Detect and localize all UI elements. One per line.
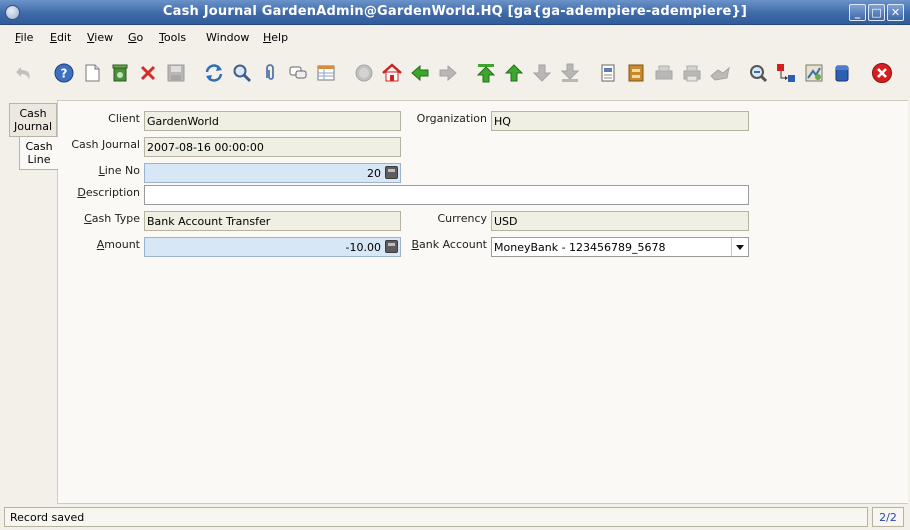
delete-selection-icon[interactable] (137, 62, 159, 84)
print-preview-icon[interactable] (653, 62, 675, 84)
find-icon[interactable] (231, 62, 253, 84)
line-no-field[interactable]: 20 (144, 163, 401, 183)
cash-type-label: Cash Type (84, 212, 140, 225)
window-title: Cash Journal GardenAdmin@GardenWorld.HQ … (162, 4, 748, 19)
record-count[interactable]: 2/2 (872, 507, 904, 527)
refresh-icon[interactable] (203, 62, 225, 84)
workflow-icon[interactable] (803, 62, 825, 84)
calculator-icon[interactable] (385, 166, 398, 179)
menu-edit[interactable]: Edit (50, 31, 71, 44)
home-icon[interactable] (381, 62, 403, 84)
chevron-down-icon[interactable] (731, 238, 748, 256)
cash-journal-field[interactable]: 2007-08-16 00:00:00 (144, 137, 401, 157)
client-field[interactable]: GardenWorld (144, 111, 401, 131)
cash-type-field[interactable]: Bank Account Transfer (144, 211, 401, 231)
title-bar: Cash Journal GardenAdmin@GardenWorld.HQ … (0, 0, 910, 25)
menu-go[interactable]: Go (128, 31, 143, 44)
request-icon[interactable] (775, 62, 797, 84)
chat-icon[interactable] (287, 62, 309, 84)
amount-field[interactable]: -10.00 (144, 237, 401, 257)
currency-field[interactable]: USD (491, 211, 749, 231)
next-tab-icon[interactable] (437, 62, 459, 84)
tab-label-line1: Cash (25, 140, 53, 153)
menu-help[interactable]: Help (263, 31, 288, 44)
bank-account-value: MoneyBank - 123456789_5678 (494, 241, 666, 254)
tab-cash-journal[interactable]: Cash Journal (9, 103, 57, 137)
cash-journal-label: Cash Journal (71, 138, 140, 151)
active-workflows-icon[interactable] (831, 62, 853, 84)
first-record-icon[interactable] (475, 62, 497, 84)
tab-label-line1: Cash (19, 107, 47, 120)
tab-label-line2: Line (27, 153, 51, 166)
history-icon[interactable] (353, 62, 375, 84)
menu-bar: File Edit View Go Tools Window Help (0, 26, 910, 48)
organization-label: Organization (416, 112, 487, 125)
status-message: Record saved (4, 507, 868, 527)
print-icon[interactable] (681, 62, 703, 84)
menu-tools[interactable]: Tools (159, 31, 186, 44)
description-label: Description (77, 186, 140, 199)
menu-view[interactable]: View (87, 31, 113, 44)
bank-account-select[interactable]: MoneyBank - 123456789_5678 (491, 237, 749, 257)
amount-label: Amount (96, 238, 140, 251)
product-info-icon[interactable] (709, 62, 731, 84)
delete-icon[interactable] (109, 62, 131, 84)
description-input[interactable] (144, 185, 749, 205)
minimize-button[interactable]: _ (849, 4, 866, 21)
status-bar: Record saved 2/2 (0, 505, 910, 530)
archive-icon[interactable] (625, 62, 647, 84)
amount-value: -10.00 (345, 241, 381, 254)
toolbar: ? (0, 50, 910, 96)
menu-window[interactable]: Window (206, 31, 249, 44)
previous-record-icon[interactable] (503, 62, 525, 84)
cash-line-form (57, 100, 908, 504)
report-icon[interactable] (597, 62, 619, 84)
save-icon[interactable] (165, 62, 187, 84)
attachment-icon[interactable] (259, 62, 281, 84)
menu-file[interactable]: File (15, 31, 33, 44)
client-label: Client (108, 112, 140, 125)
new-record-icon[interactable] (81, 62, 103, 84)
exit-icon[interactable] (871, 62, 893, 84)
undo-icon[interactable] (13, 62, 35, 84)
line-no-value: 20 (367, 167, 381, 180)
organization-field[interactable]: HQ (491, 111, 749, 131)
next-record-icon[interactable] (531, 62, 553, 84)
zoom-across-icon[interactable] (747, 62, 769, 84)
currency-label: Currency (437, 212, 487, 225)
maximize-button[interactable]: □ (868, 4, 885, 21)
tab-cash-line[interactable]: Cash Line (19, 136, 58, 170)
help-icon[interactable]: ? (53, 62, 75, 84)
last-record-icon[interactable] (559, 62, 581, 84)
bank-account-label: Bank Account (411, 238, 487, 251)
calculator-icon[interactable] (385, 240, 398, 253)
grid-toggle-icon[interactable] (315, 62, 337, 84)
line-no-label: Line No (98, 164, 140, 177)
tab-label-line2: Journal (13, 120, 53, 133)
previous-tab-icon[interactable] (409, 62, 431, 84)
close-window-button[interactable]: ✕ (887, 4, 904, 21)
svg-text:?: ? (61, 67, 68, 81)
